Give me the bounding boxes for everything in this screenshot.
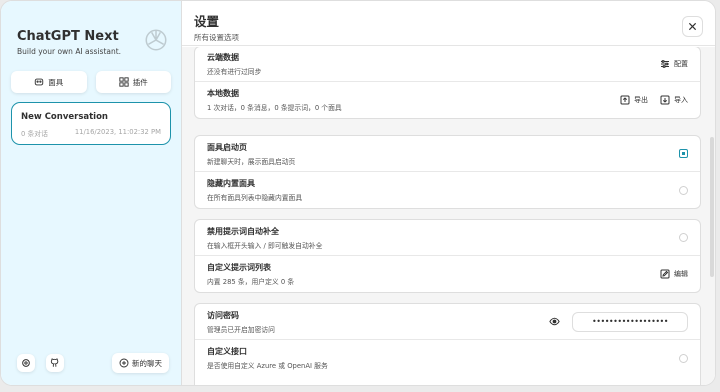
local-data-subtitle: 1 次对话，0 条消息，0 条提示词，0 个面具 xyxy=(207,104,342,112)
settings-button[interactable] xyxy=(17,354,35,372)
conversation-date: 11/16/2023, 11:02:32 PM xyxy=(74,128,161,136)
close-icon xyxy=(688,22,697,31)
page-title: 设置 xyxy=(194,14,220,29)
mask-splash-row: 面具启动页 新建聊天时，展示面具启动页 xyxy=(195,136,700,172)
github-button[interactable] xyxy=(46,354,64,372)
export-icon xyxy=(620,95,630,105)
prompt-group: 禁用提示词自动补全 在输入框开头输入 / 即可触发自动补全 自定义提示词列表 内… xyxy=(194,219,701,293)
disable-autocomplete-row: 禁用提示词自动补全 在输入框开头输入 / 即可触发自动补全 xyxy=(195,220,700,256)
disable-autocomplete-title: 禁用提示词自动补全 xyxy=(207,226,279,236)
mask-splash-title: 面具启动页 xyxy=(207,142,247,152)
mask-button-label: 面具 xyxy=(48,77,64,87)
mask-splash-subtitle: 新建聊天时，展示面具启动页 xyxy=(207,157,296,166)
cloud-sync-title: 云端数据 xyxy=(207,53,239,62)
access-password-input[interactable]: •••••••••••••••••• xyxy=(572,311,688,332)
config-label: 配置 xyxy=(674,60,688,68)
custom-endpoint-title: 自定义接口 xyxy=(207,347,247,356)
hide-builtin-mask-subtitle: 在所有面具列表中隐藏内置面具 xyxy=(207,194,303,202)
settings-header: 设置 所有设置选项 xyxy=(182,1,715,46)
page-subtitle: 所有设置选项 xyxy=(194,33,239,42)
show-password-button[interactable] xyxy=(549,312,560,331)
sidebar: ChatGPT Next Build your own AI assistant… xyxy=(1,1,182,385)
new-chat-label: 新的聊天 xyxy=(132,358,162,368)
import-icon xyxy=(660,95,670,105)
settings-panel: 设置 所有设置选项 云端数据 还没有进行过同步 配置 本地数据 1 次对话，0 … xyxy=(182,1,715,385)
sliders-icon xyxy=(661,60,669,68)
hide-builtin-mask-row: 隐藏内置面具 在所有面具列表中隐藏内置面具 xyxy=(195,172,700,208)
export-button[interactable]: 导出 xyxy=(620,95,648,105)
edit-prompts-button[interactable]: 编辑 xyxy=(660,269,688,279)
conversation-count: 0 条对话 xyxy=(21,130,48,138)
custom-endpoint-subtitle: 是否使用自定义 Azure 或 OpenAI 服务 xyxy=(207,362,328,370)
local-data-row: 本地数据 1 次对话，0 条消息，0 条提示词，0 个面具 导出 导入 xyxy=(195,82,700,118)
access-group: 访问密码 管理员已开启加密访问 •••••••••••••••••• 自定义接口… xyxy=(194,303,701,385)
disable-autocomplete-subtitle: 在输入框开头输入 / 即可触发自动补全 xyxy=(207,241,323,250)
openai-logo-icon xyxy=(145,29,167,51)
custom-endpoint-checkbox[interactable] xyxy=(679,353,688,363)
hide-builtin-mask-checkbox[interactable] xyxy=(679,185,688,195)
mask-icon xyxy=(35,78,44,86)
custom-prompts-title: 自定义提示词列表 xyxy=(207,263,271,272)
import-button[interactable]: 导入 xyxy=(660,95,688,105)
custom-prompts-subtitle: 内置 285 条，用户定义 0 条 xyxy=(207,278,295,286)
mask-button[interactable]: 面具 xyxy=(11,71,87,93)
plus-circle-icon xyxy=(119,358,129,368)
edit-label: 编辑 xyxy=(674,270,688,278)
edit-icon xyxy=(660,269,670,279)
custom-endpoint-row: 自定义接口 是否使用自定义 Azure 或 OpenAI 服务 xyxy=(195,340,700,376)
conversation-title: New Conversation xyxy=(21,112,108,122)
new-chat-button[interactable]: 新的聊天 xyxy=(112,353,169,373)
access-password-title: 访问密码 xyxy=(207,310,239,320)
config-button[interactable]: 配置 xyxy=(660,59,688,69)
settings-list: 云端数据 还没有进行过同步 配置 本地数据 1 次对话，0 条消息，0 条提示词… xyxy=(182,47,715,385)
cloud-sync-row: 云端数据 还没有进行过同步 配置 xyxy=(195,47,700,82)
scrollbar[interactable] xyxy=(710,137,714,277)
plugin-button[interactable]: 插件 xyxy=(95,71,171,93)
access-password-subtitle: 管理员已开启加密访问 xyxy=(207,325,275,334)
custom-prompts-row: 自定义提示词列表 内置 285 条，用户定义 0 条 编辑 xyxy=(195,256,700,292)
export-label: 导出 xyxy=(634,96,648,104)
disable-autocomplete-checkbox[interactable] xyxy=(679,233,688,242)
plugin-grid-icon xyxy=(119,77,129,87)
gear-icon xyxy=(22,359,30,367)
import-label: 导入 xyxy=(674,96,688,104)
app-window: ChatGPT Next Build your own AI assistant… xyxy=(0,0,716,386)
access-password-row: 访问密码 管理员已开启加密访问 •••••••••••••••••• xyxy=(195,304,700,340)
plugin-button-label: 插件 xyxy=(132,77,148,87)
close-button[interactable] xyxy=(682,16,703,37)
local-data-title: 本地数据 xyxy=(207,89,239,98)
github-icon xyxy=(50,358,59,367)
eye-icon xyxy=(549,317,560,326)
mask-splash-checkbox[interactable] xyxy=(679,149,688,158)
sync-group: 云端数据 还没有进行过同步 配置 本地数据 1 次对话，0 条消息，0 条提示词… xyxy=(194,47,701,119)
conversation-item[interactable]: New Conversation 0 条对话 11/16/2023, 11:02… xyxy=(11,102,171,145)
cloud-sync-subtitle: 还没有进行过同步 xyxy=(207,68,262,76)
mask-group: 面具启动页 新建聊天时，展示面具启动页 隐藏内置面具 在所有面具列表中隐藏内置面… xyxy=(194,135,701,209)
hide-builtin-mask-title: 隐藏内置面具 xyxy=(207,179,255,188)
